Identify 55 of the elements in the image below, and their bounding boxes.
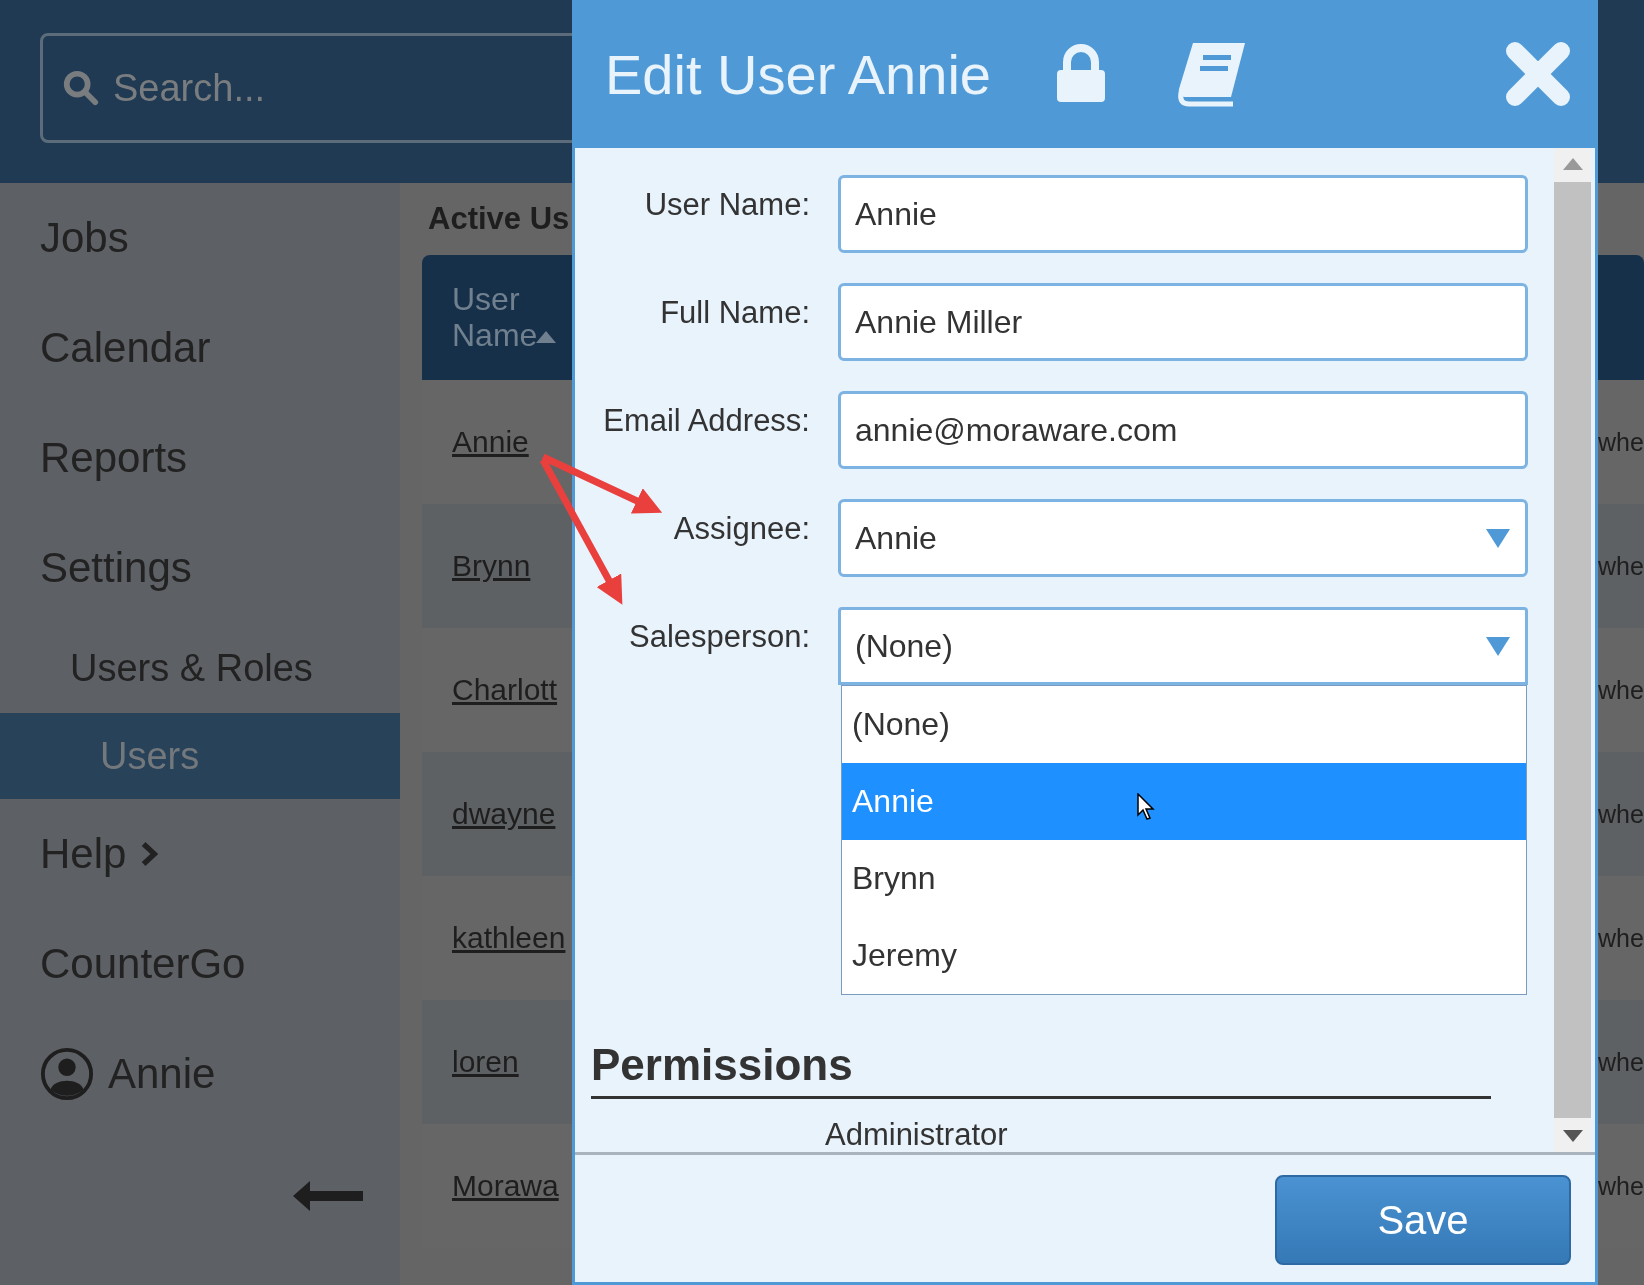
scroll-down-icon[interactable] [1562, 1130, 1583, 1142]
user-link[interactable]: dwayne [422, 797, 556, 831]
table-cell: whe [1598, 551, 1644, 581]
table-cell: whe [1598, 1171, 1644, 1201]
lock-icon[interactable] [1055, 44, 1107, 104]
sidebar-item[interactable]: Users & Roles [0, 623, 400, 713]
field-label: Full Name: [659, 294, 810, 331]
dropdown-option[interactable]: Annie [842, 763, 1526, 840]
sidebar-item[interactable]: Calendar [0, 293, 400, 403]
field-label: User Name: [643, 186, 810, 223]
user-link[interactable]: Morawa [422, 1169, 559, 1203]
table-cell: whe [1598, 799, 1644, 829]
sidebar-item[interactable]: Jobs [0, 183, 400, 293]
sidebar-item[interactable]: Users [0, 713, 400, 799]
user-link[interactable]: Brynn [422, 549, 531, 583]
text-field[interactable]: annie@moraware.com [838, 391, 1528, 469]
dropdown-field[interactable]: Annie [838, 499, 1528, 577]
dropdown-option[interactable]: (None) [842, 686, 1526, 763]
user-link[interactable]: Annie [422, 425, 529, 459]
user-link[interactable]: loren [422, 1045, 519, 1079]
permission-label: Administrator [825, 1117, 1008, 1152]
chevron-icon [140, 841, 159, 867]
user-avatar-icon [40, 1047, 94, 1101]
field-label: Assignee: [672, 510, 810, 547]
dropdown-option[interactable]: Brynn [842, 840, 1526, 917]
user-link[interactable]: kathleen [422, 921, 566, 955]
search-icon [62, 69, 100, 107]
field-label: Salesperson: [628, 618, 810, 655]
field-label: Email Address: [602, 402, 810, 439]
dialog-title: Edit User Annie [605, 41, 992, 107]
user-link[interactable]: Charlott [422, 673, 558, 707]
column-header[interactable]: User Name [452, 282, 534, 353]
table-cell: whe [1598, 427, 1644, 457]
dropdown-option[interactable]: Jeremy [842, 917, 1526, 994]
table-cell: whe [1598, 1047, 1644, 1077]
sidebar-item[interactable]: Settings [0, 513, 400, 623]
dropdown-caret-icon [1485, 635, 1511, 657]
save-button[interactable]: Save [1275, 1175, 1571, 1265]
sidebar-item[interactable]: Help [0, 799, 400, 909]
book-icon[interactable] [1175, 41, 1247, 107]
section-heading: Active Us [427, 200, 570, 238]
left-arrow-icon[interactable] [293, 1179, 365, 1213]
sidebar-item[interactable]: CounterGo [0, 909, 400, 1019]
mouse-cursor-icon [1137, 793, 1155, 821]
section-title: Permissions [591, 1040, 1491, 1099]
text-field[interactable]: Annie Miller [838, 283, 1528, 361]
sidebar-item[interactable]: Reports [0, 403, 400, 513]
sort-ascending-icon [536, 330, 556, 343]
sidebar-item[interactable]: Annie [0, 1019, 400, 1129]
scroll-up-icon[interactable] [1562, 158, 1583, 170]
text-field[interactable]: Annie [838, 175, 1528, 253]
table-cell: whe [1598, 923, 1644, 953]
close-icon[interactable] [1505, 41, 1571, 107]
table-cell: whe [1598, 675, 1644, 705]
dropdown-caret-icon [1485, 527, 1511, 549]
